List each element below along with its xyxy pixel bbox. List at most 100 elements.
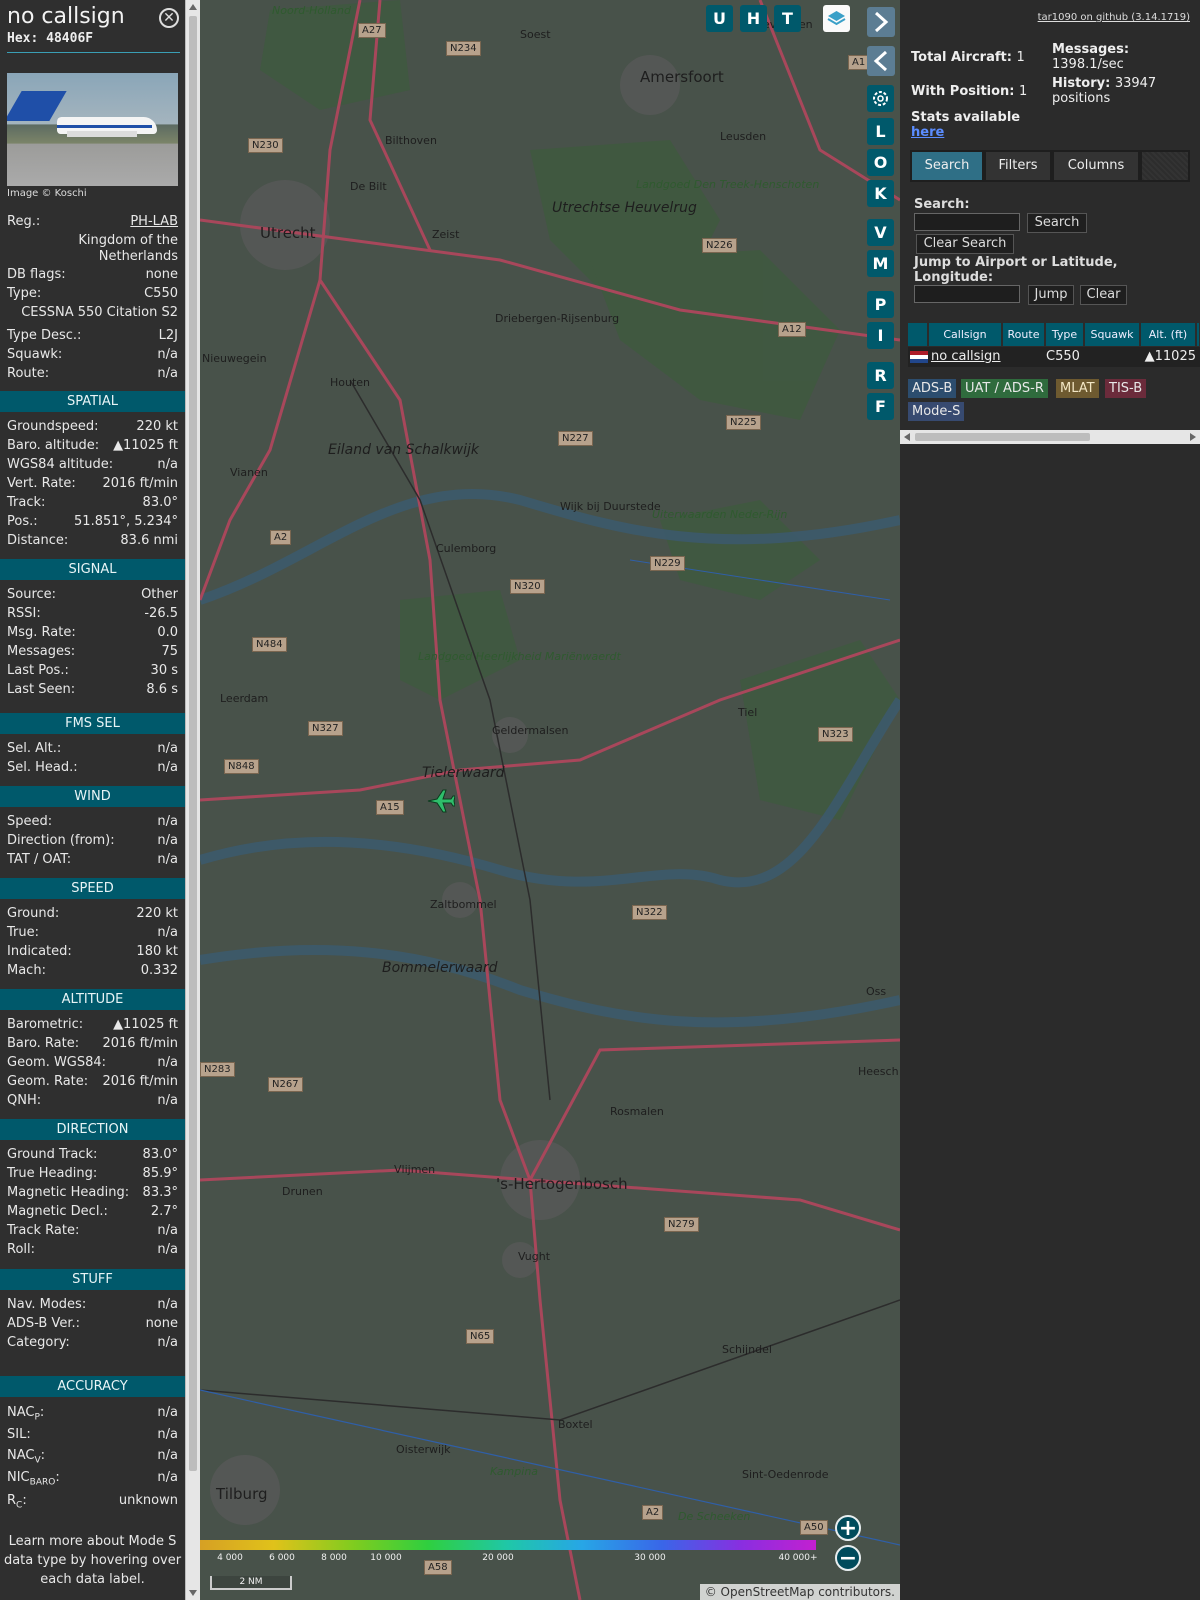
collapse-left-icon[interactable] — [867, 46, 895, 76]
map-place-label: Eiland van Schalkwijk — [328, 442, 479, 458]
fms-value: n/a — [157, 760, 178, 775]
settings-gear-icon[interactable] — [867, 85, 894, 112]
with-position-value: 1 — [1019, 84, 1028, 99]
section-speed[interactable]: SPEED — [0, 878, 185, 899]
stuff-row: Nav. Modes: n/a — [7, 1296, 178, 1314]
btn-f[interactable]: F — [867, 393, 894, 420]
signal-label: Last Pos.: — [7, 663, 69, 678]
stuff-value: none — [145, 1316, 178, 1331]
stats-here-link[interactable]: here — [911, 125, 944, 140]
tab-filters[interactable]: Filters — [986, 152, 1050, 180]
btn-o[interactable]: O — [867, 149, 894, 176]
aircraft-marker-icon[interactable] — [425, 788, 455, 814]
netherlands-flag-icon — [910, 351, 928, 363]
signal-row: Msg. Rate: 0.0 — [7, 624, 178, 642]
jump-button[interactable]: Jump — [1028, 285, 1074, 305]
section-altitude[interactable]: ALTITUDE — [0, 989, 185, 1010]
btn-i[interactable]: I — [867, 322, 894, 349]
stuff-label: ADS-B Ver.: — [7, 1316, 80, 1331]
spatial-value: 83.6 nmi — [120, 533, 178, 548]
map-place-label: Zaltbommel — [430, 898, 497, 911]
section-direction[interactable]: DIRECTION — [0, 1119, 185, 1140]
signal-label: Messages: — [7, 644, 76, 659]
table-header-route[interactable]: Route — [1003, 323, 1045, 346]
dbflags-row: DB flags: none — [7, 266, 178, 284]
map-view[interactable]: Noord-HollandSoestHoevelakenAmersfoortBi… — [200, 0, 900, 1600]
speed-row: True: n/a — [7, 924, 178, 942]
reg-link[interactable]: PH-LAB — [130, 213, 178, 231]
wind-label: Speed: — [7, 814, 53, 829]
row-callsign-link[interactable]: no callsign — [931, 347, 1001, 367]
map-place-label: Utrechtse Heuvelrug — [552, 200, 697, 216]
signal-value: 75 — [161, 644, 178, 659]
section-signal[interactable]: SIGNAL — [0, 559, 185, 580]
table-header-squawk[interactable]: Squawk — [1085, 323, 1140, 346]
wind-value: n/a — [157, 833, 178, 848]
tab-columns[interactable]: Columns — [1054, 152, 1138, 180]
speed-label: True: — [7, 925, 39, 940]
jump-input[interactable] — [914, 285, 1020, 303]
zoom-in-button[interactable]: + — [835, 1515, 861, 1541]
clear-jump-button[interactable]: Clear — [1080, 285, 1127, 305]
scroll-left-arrow-icon[interactable] — [904, 433, 910, 441]
table-horizontal-scrollbar[interactable] — [900, 430, 1200, 444]
layers-icon[interactable] — [823, 5, 850, 32]
table-scroll-thumb[interactable] — [915, 433, 1090, 441]
nic-value: n/a — [157, 1470, 178, 1485]
fms-row: Sel. Head.: n/a — [7, 759, 178, 777]
map-place-label: Tiel — [738, 706, 758, 719]
sidebar-scrollbar[interactable] — [185, 0, 200, 1600]
reg-row: Reg.: PH-LAB — [7, 213, 178, 231]
section-fms-sel[interactable]: FMS SEL — [0, 713, 185, 734]
wind-row: TAT / OAT: n/a — [7, 851, 178, 869]
fms-value: n/a — [157, 741, 178, 756]
aircraft-photo[interactable] — [7, 73, 178, 186]
btn-l[interactable]: L — [867, 118, 894, 145]
table-header-callsign[interactable]: Callsign — [929, 323, 1002, 346]
signal-row: Source: Other — [7, 586, 178, 604]
jet-stripe-shape — [57, 125, 152, 128]
country-text: Kingdom of the Netherlands — [78, 233, 178, 264]
altitude-tick-label: 30 000 — [634, 1553, 666, 1563]
map-attribution[interactable]: © OpenStreetMap contributors. — [699, 1584, 900, 1600]
tab-search[interactable]: Search — [912, 152, 982, 180]
close-icon[interactable]: ✕ — [159, 8, 179, 28]
btn-p[interactable]: P — [867, 291, 894, 318]
btn-r[interactable]: R — [867, 362, 894, 389]
scroll-up-arrow-icon[interactable] — [189, 4, 197, 10]
section-stuff[interactable]: STUFF — [0, 1269, 185, 1290]
spatial-row: Distance: 83.6 nmi — [7, 532, 178, 550]
btn-v[interactable]: V — [867, 219, 894, 246]
btn-t[interactable]: T — [774, 5, 801, 32]
stuff-label: Nav. Modes: — [7, 1297, 87, 1312]
clear-search-button[interactable]: Clear Search — [916, 234, 1014, 254]
altitude-value: 2016 ft/min — [102, 1036, 178, 1051]
scroll-down-arrow-icon[interactable] — [189, 1590, 197, 1596]
road-shield: N322 — [632, 905, 667, 920]
search-button[interactable]: Search — [1027, 213, 1087, 233]
road-shield: N227 — [558, 431, 593, 446]
section-accuracy[interactable]: ACCURACY — [0, 1376, 185, 1397]
section-spatial[interactable]: SPATIAL — [0, 391, 185, 412]
section-wind[interactable]: WIND — [0, 786, 185, 807]
btn-h[interactable]: H — [740, 5, 767, 32]
route-label: Route: — [7, 366, 50, 381]
map-place-label: Oss — [866, 985, 887, 998]
speed-label: Ground: — [7, 906, 60, 921]
search-input[interactable] — [914, 213, 1020, 231]
expand-right-icon[interactable] — [867, 7, 895, 37]
table-header-altitude[interactable]: Alt. (ft) — [1141, 323, 1196, 346]
road-shield: N323 — [818, 727, 853, 742]
messages-stat: Messages: 1398.1/sec — [1052, 42, 1129, 72]
btn-m[interactable]: M — [867, 250, 894, 277]
aircraft-detail-sidebar: no callsign ✕ Hex: 48406F Image © Koschi… — [0, 0, 185, 1600]
scroll-right-arrow-icon[interactable] — [1190, 433, 1196, 441]
road-shield: A12 — [778, 322, 806, 337]
table-header-type[interactable]: Type — [1046, 323, 1084, 346]
spatial-row: Pos.: 51.851°, 5.234° — [7, 513, 178, 531]
github-link[interactable]: tar1090 on github (3.14.1719) — [1038, 12, 1190, 23]
btn-k[interactable]: K — [867, 180, 894, 207]
btn-u[interactable]: U — [706, 5, 733, 32]
map-place-label: Zeist — [432, 228, 460, 241]
sidebar-scroll-thumb[interactable] — [189, 16, 197, 1471]
